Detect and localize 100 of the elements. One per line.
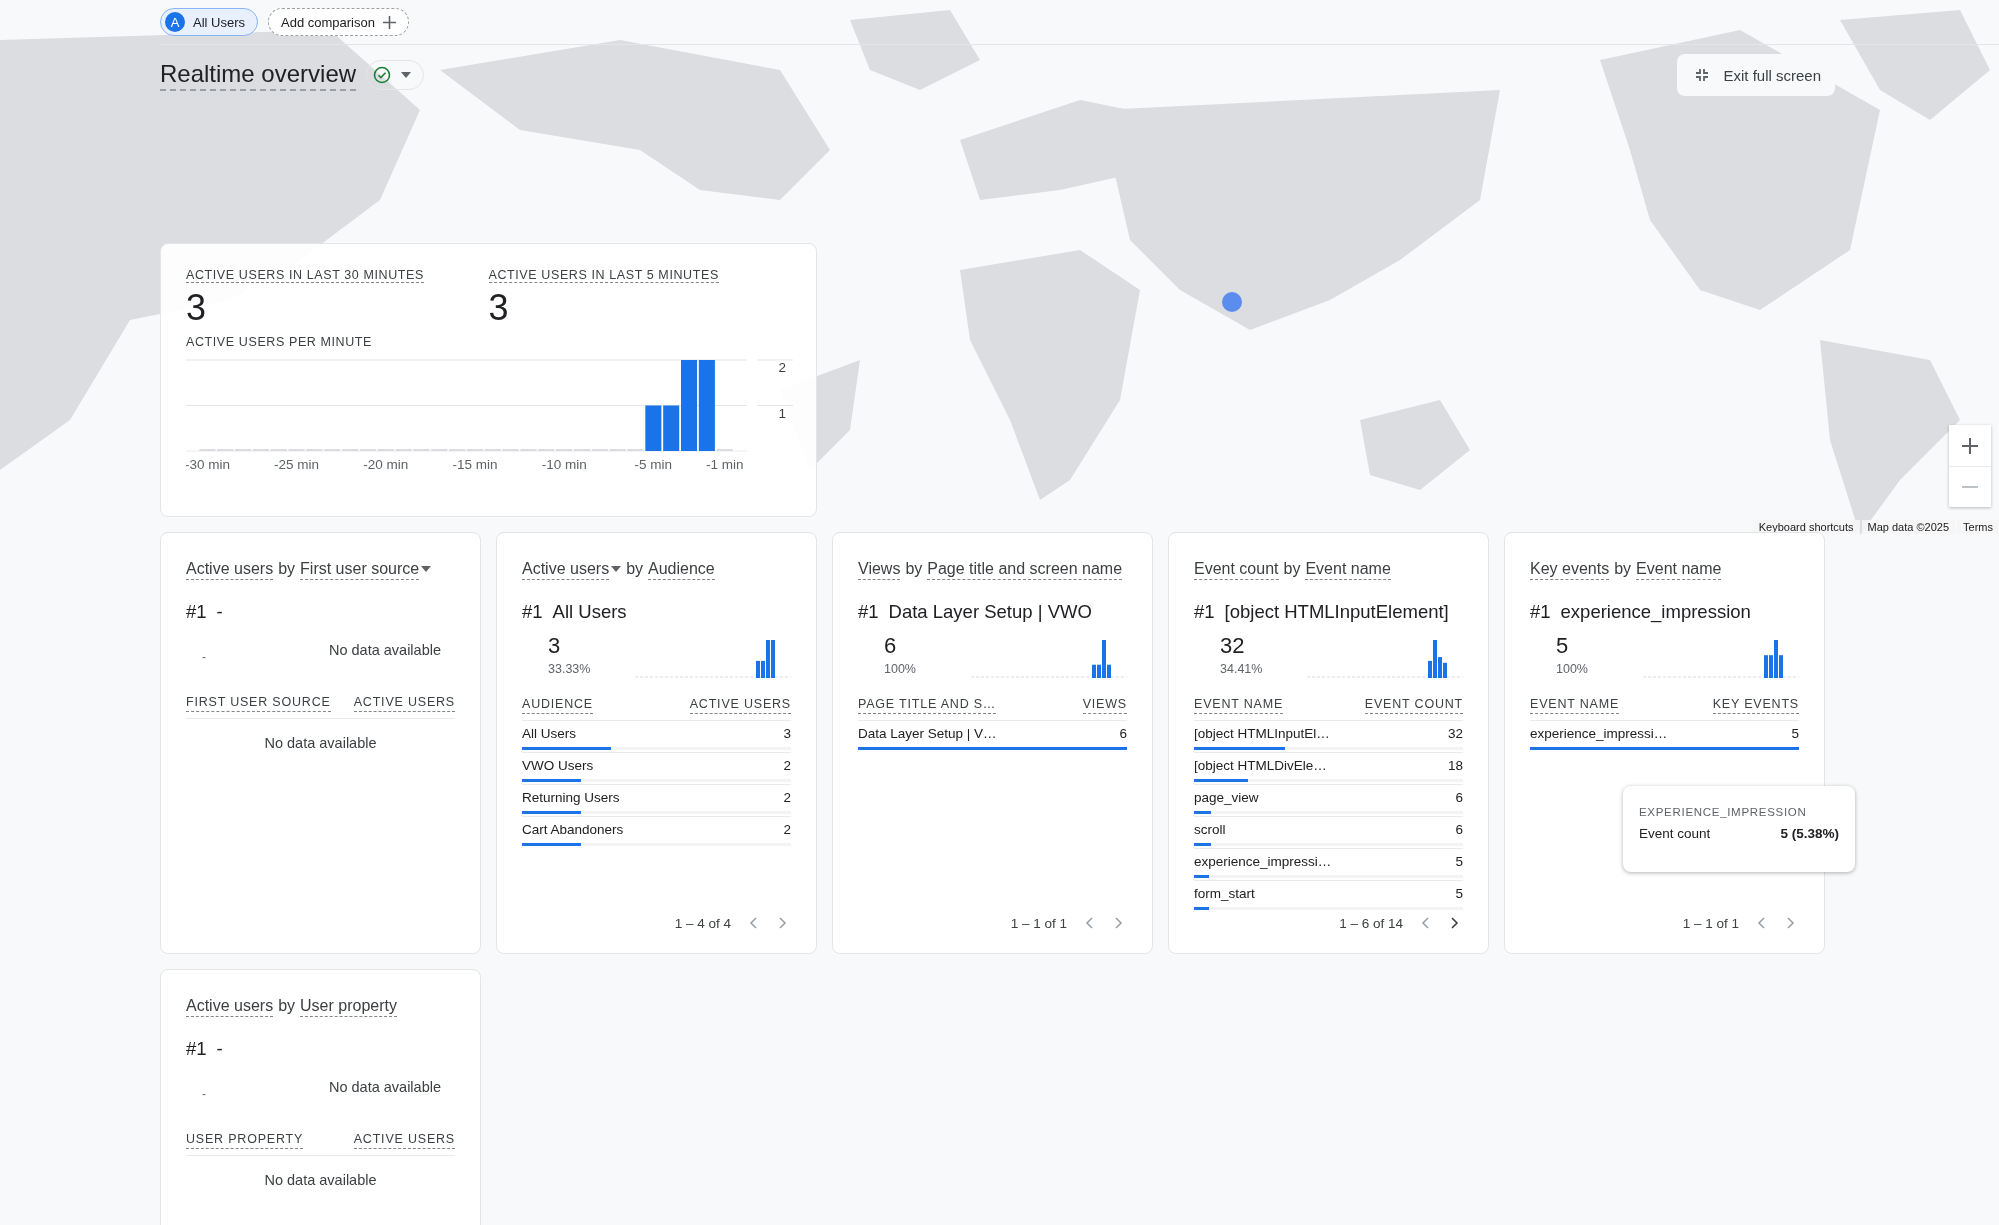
tooltip-title: EXPERIENCE_IMPRESSION	[1639, 806, 1808, 818]
segment-badge: A	[165, 12, 185, 32]
dimension-picker[interactable]: Event name	[1636, 558, 1722, 580]
column-header[interactable]: EVENT NAME	[1194, 696, 1284, 714]
check-circle-icon	[373, 66, 392, 84]
metric-label[interactable]: ACTIVE USERS IN LAST 5 MINUTES	[488, 268, 719, 283]
metric-picker[interactable]: Key events	[1530, 558, 1610, 580]
top-value: -	[202, 1087, 206, 1101]
pagination-label: 1 – 1 of 1	[1682, 915, 1739, 931]
plus-icon	[1961, 436, 1979, 455]
add-comparison-button[interactable]: Add comparison	[268, 8, 409, 36]
column-header[interactable]: KEY EVENTS	[1712, 696, 1799, 714]
row-label: experience_impressi…	[1194, 854, 1332, 869]
column-header[interactable]: EVENT NAME	[1530, 696, 1620, 714]
column-header[interactable]: PAGE TITLE AND S…	[858, 696, 997, 714]
metric-picker[interactable]: Active users	[522, 558, 622, 580]
column-header[interactable]: USER PROPERTY	[186, 1131, 304, 1149]
metric-label[interactable]: ACTIVE USERS IN LAST 30 MINUTES	[186, 268, 424, 283]
row-label: scroll	[1194, 822, 1226, 837]
map-footer-link[interactable]: Map data ©2025	[1861, 520, 1956, 534]
row-value: 18	[1447, 758, 1463, 773]
dimension-picker[interactable]: First user source	[300, 558, 432, 580]
row-label: form_start	[1194, 886, 1255, 901]
row-label: All Users	[522, 726, 576, 741]
chevron-left-icon	[1085, 917, 1093, 929]
rank-label: #1	[186, 1038, 207, 1060]
chart-title: ACTIVE USERS PER MINUTE	[186, 335, 373, 349]
top-item-name: Data Layer Setup | VWO	[888, 601, 1092, 623]
dimension-picker[interactable]: Page title and screen name	[927, 558, 1123, 580]
column-header[interactable]: ACTIVE USERS	[353, 694, 455, 712]
minus-icon	[1962, 486, 1978, 488]
title-text: by	[278, 997, 296, 1015]
top-value: 3	[548, 632, 562, 660]
metric-picker[interactable]: Active users	[186, 558, 274, 580]
metric-picker[interactable]: Event count	[1194, 558, 1279, 580]
zoom-in-button[interactable]	[1949, 425, 1991, 466]
top-value: 6	[884, 632, 898, 660]
no-data-message: No data available	[263, 1172, 378, 1188]
row-value: 2	[783, 822, 791, 837]
top-item-name: [object HTMLInputElement]	[1224, 601, 1449, 623]
top-item-name: -	[216, 601, 223, 623]
title-text: by	[626, 560, 644, 578]
top-percent: 34.41%	[1220, 661, 1263, 678]
chevron-right-icon	[1787, 917, 1795, 929]
row-label: Data Layer Setup | V…	[858, 726, 997, 741]
row-value: 3	[783, 726, 791, 741]
column-header[interactable]: EVENT COUNT	[1364, 696, 1463, 714]
top-item-name: All Users	[552, 601, 627, 623]
axis-label: -15 min	[452, 457, 498, 472]
row-value: 6	[1455, 822, 1463, 837]
row-value: 5	[1455, 854, 1463, 869]
pagination-label: 1 – 1 of 1	[1010, 915, 1067, 931]
chevron-right-icon	[779, 917, 787, 929]
metric-picker[interactable]: Views	[858, 558, 901, 580]
column-header[interactable]: ACTIVE USERS	[689, 696, 791, 714]
rank-label: #1	[522, 601, 543, 623]
row-value: 2	[783, 790, 791, 805]
chevron-right-icon	[1451, 917, 1459, 929]
row-label: page_view	[1194, 790, 1259, 805]
tooltip-value: 5 (5.38%)	[1780, 826, 1839, 841]
segment-chip[interactable]: A All Users	[160, 8, 258, 36]
metric-picker[interactable]: Active users	[186, 995, 274, 1017]
row-label: [object HTMLInputEl…	[1194, 726, 1330, 741]
metric-value: 3	[488, 287, 509, 329]
dimension-picker[interactable]: User property	[300, 995, 397, 1017]
column-header[interactable]: FIRST USER SOURCE	[186, 694, 331, 712]
title-text: by	[1283, 560, 1301, 578]
top-item-name: -	[216, 1038, 223, 1060]
rank-label: #1	[186, 601, 207, 623]
column-header[interactable]: AUDIENCE	[522, 696, 593, 714]
no-data-message: No data available	[263, 735, 378, 751]
row-value: 6	[1455, 790, 1463, 805]
axis-label: -10 min	[541, 457, 587, 472]
map-footer-link[interactable]: Terms	[1957, 520, 1999, 534]
tooltip-label: Event count	[1639, 826, 1711, 841]
top-value: -	[202, 650, 206, 664]
top-percent: 33.33%	[548, 661, 591, 678]
row-value: 6	[1119, 726, 1127, 741]
row-label: experience_impressi…	[1530, 726, 1668, 741]
dimension-picker[interactable]: Event name	[1305, 558, 1391, 580]
rank-label: #1	[1530, 601, 1551, 623]
chevron-left-icon	[1757, 917, 1765, 929]
axis-label: -30 min	[186, 457, 230, 472]
dimension-picker[interactable]: Audience	[648, 558, 715, 580]
top-value: 5	[1556, 632, 1570, 660]
metric-value: 3	[186, 287, 207, 329]
row-value: 5	[1791, 726, 1799, 741]
row-value: 32	[1447, 726, 1463, 741]
caret-icon	[611, 566, 622, 572]
no-data-message: No data available	[328, 642, 441, 658]
row-label: Cart Abandoners	[522, 822, 624, 837]
exit-full-screen-button[interactable]: Exit full screen	[1677, 54, 1835, 96]
chevron-right-icon	[1115, 917, 1123, 929]
row-label: [object HTMLDivEle…	[1194, 758, 1327, 773]
map-footer-link[interactable]: Keyboard shortcuts	[1752, 520, 1860, 534]
axis-label: -25 min	[274, 457, 320, 472]
column-header[interactable]: ACTIVE USERS	[353, 1131, 455, 1149]
axis-label: 1	[778, 405, 786, 421]
column-header[interactable]: VIEWS	[1082, 696, 1127, 714]
pagination-label: 1 – 6 of 14	[1339, 915, 1403, 931]
